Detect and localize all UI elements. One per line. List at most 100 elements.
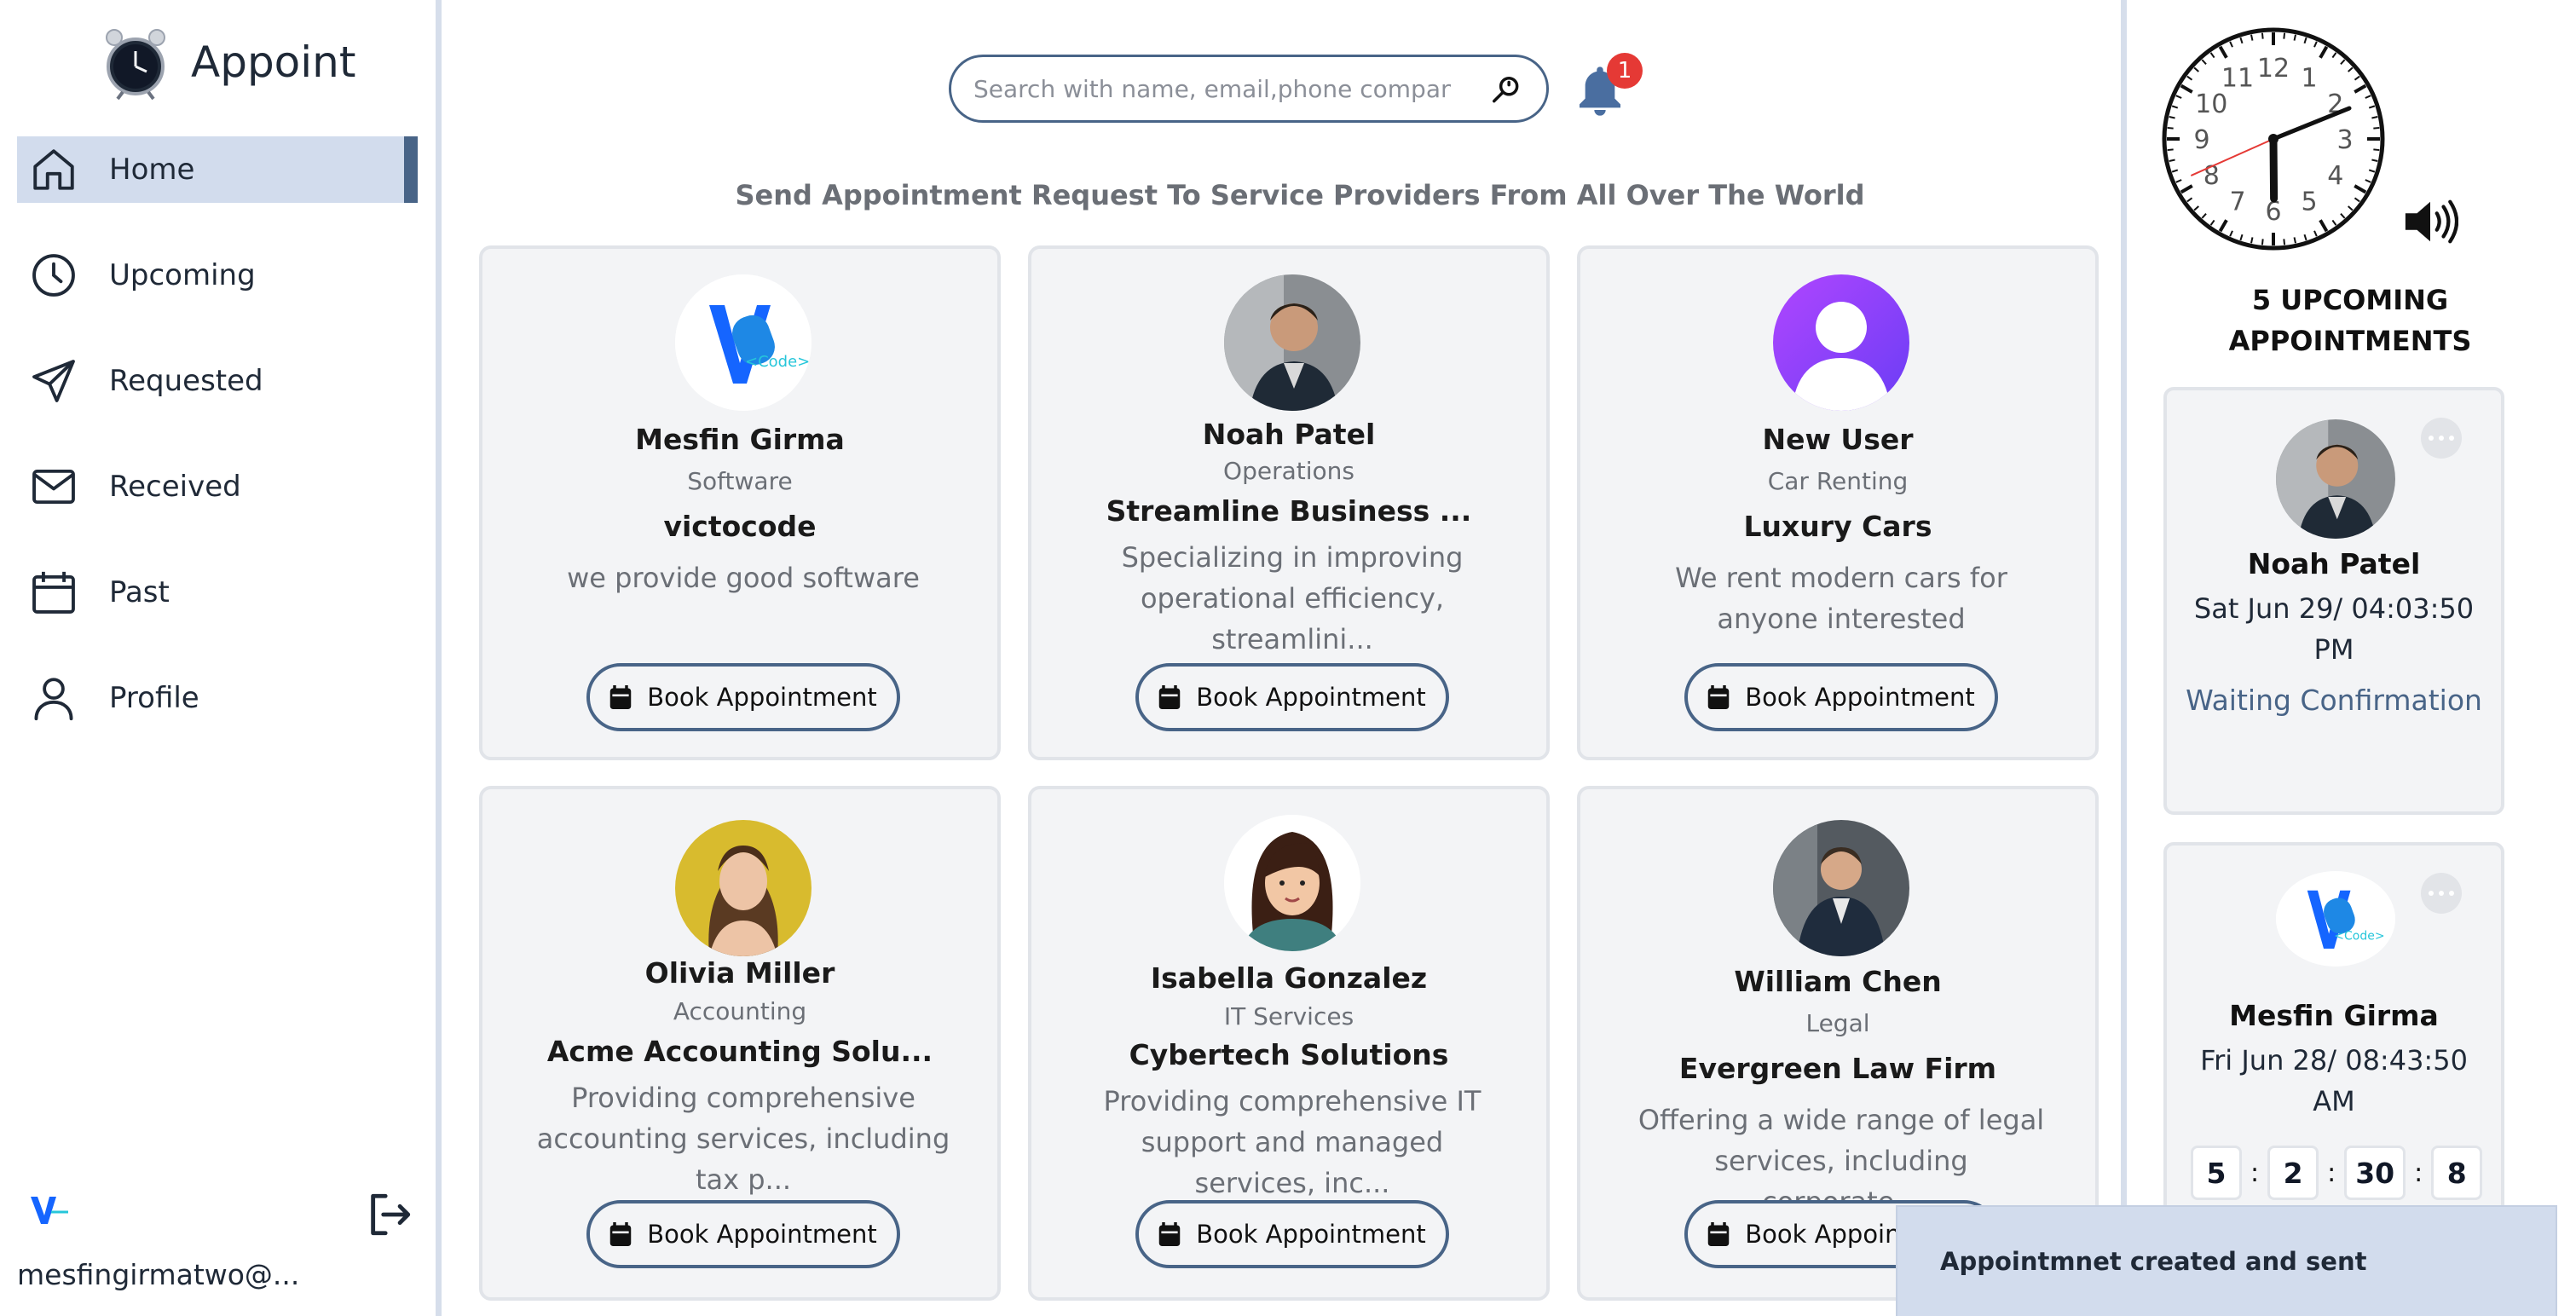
provider-name: Olivia Miller	[644, 956, 835, 990]
calendar-icon	[610, 1222, 632, 1246]
calendar-icon	[1708, 1222, 1730, 1246]
appointment-status: Waiting Confirmation	[2186, 684, 2482, 717]
clock-number: 4	[2327, 161, 2343, 191]
provider-company: victocode	[663, 510, 817, 543]
sidebar-item-upcoming[interactable]: Upcoming	[17, 242, 418, 309]
clock-number: 7	[2229, 188, 2245, 217]
provider-company: Evergreen Law Firm	[1678, 1052, 1997, 1085]
appointment-countdown: 5 : 2 : 30 : 8	[2191, 1146, 2483, 1200]
book-appointment-label: Book Appointment	[647, 1220, 877, 1249]
provider-category: Accounting	[673, 997, 807, 1025]
book-appointment-label: Book Appointment	[1196, 683, 1426, 712]
clock-number: 12	[2257, 54, 2290, 84]
clock-tick	[2250, 34, 2254, 41]
clock-center	[2268, 134, 2279, 144]
book-appointment-label: Book Appointment	[647, 683, 877, 712]
provider-avatar	[1773, 274, 1909, 411]
sidebar-item-requested[interactable]: Requested	[17, 348, 418, 414]
logout-icon[interactable]	[365, 1190, 414, 1239]
countdown-separator: :	[2327, 1157, 2336, 1188]
provider-company: Acme Accounting Solu...	[546, 1035, 933, 1068]
search-box[interactable]	[949, 55, 1549, 123]
upcoming-appointment-card[interactable]: Noah Patel Sat Jun 29/ 04:03:50 PM Waiti…	[2163, 387, 2504, 815]
clock-number: 8	[2203, 161, 2220, 191]
clock-tick	[2373, 148, 2380, 152]
home-icon	[33, 149, 74, 190]
provider-avatar	[1224, 815, 1360, 951]
book-appointment-button[interactable]: Book Appointment	[1684, 663, 1998, 731]
app-title: Appoint	[191, 38, 356, 87]
sidebar-item-past[interactable]: Past	[17, 559, 418, 626]
book-appointment-button[interactable]: Book Appointment	[586, 1200, 900, 1268]
clock-tick	[2169, 116, 2175, 119]
svg-text:<Code>: <Code>	[2334, 930, 2384, 944]
clock-icon	[32, 254, 75, 297]
provider-description: Providing comprehensive accounting servi…	[536, 1082, 950, 1196]
user-avatar-logo-icon[interactable]	[26, 1192, 73, 1229]
clock-number: 10	[2195, 89, 2227, 119]
appointment-date: Sat Jun 29/ 04:03:50 PM	[2193, 592, 2475, 666]
book-appointment-label: Book Appointment	[1196, 1220, 1426, 1249]
provider-description: Specializing in improving operational ef…	[1121, 541, 1464, 655]
clock-tick	[2261, 32, 2264, 39]
provider-category: Car Renting	[1767, 467, 1909, 495]
sidebar-item-label: Upcoming	[109, 258, 256, 292]
sidebar-item-label: Requested	[109, 364, 263, 398]
sidebar-item-label: Home	[109, 153, 195, 187]
notifications-button[interactable]: 1	[1573, 53, 1643, 121]
appointment-name: Noah Patel	[2247, 547, 2421, 580]
provider-company: Luxury Cars	[1743, 510, 1932, 543]
countdown-separator: :	[2250, 1157, 2260, 1188]
calendar-icon	[610, 685, 632, 709]
clock-tick	[2169, 159, 2175, 162]
calendar-icon	[1159, 685, 1181, 709]
provider-card: <Code> Mesfin Girma Software victocode w…	[479, 245, 1001, 760]
sidebar-item-home[interactable]: Home	[17, 136, 418, 203]
notification-badge: 1	[1607, 53, 1643, 89]
brand[interactable]: Appoint	[97, 24, 355, 101]
upcoming-appointment-card[interactable]: <Code> Mesfin Girma Fri Jun 28/ 08:43:50…	[2163, 842, 2504, 1243]
more-options-button[interactable]	[2421, 873, 2462, 914]
sidebar-item-label: Received	[109, 470, 241, 504]
clock-number: 3	[2336, 125, 2353, 155]
book-appointment-button[interactable]: Book Appointment	[1135, 663, 1449, 731]
countdown-minutes: 30	[2344, 1146, 2406, 1200]
provider-avatar	[1773, 820, 1909, 956]
analog-clock-icon: 12 1234567891011	[2162, 27, 2385, 251]
svg-text:<Code>: <Code>	[745, 353, 810, 371]
book-appointment-button[interactable]: Book Appointment	[586, 663, 900, 731]
search-icon[interactable]	[1490, 74, 1522, 107]
sidebar-item-profile[interactable]: Profile	[17, 665, 418, 731]
provider-name: Noah Patel	[1202, 418, 1376, 451]
provider-description: we provide good software	[567, 562, 920, 594]
speaker-icon[interactable]	[2402, 198, 2458, 245]
search-input[interactable]	[973, 74, 1451, 103]
provider-company: Streamline Business ...	[1106, 494, 1472, 528]
provider-category: IT Services	[1223, 1002, 1354, 1030]
clock-tick	[2250, 237, 2254, 244]
book-appointment-label: Book Appointment	[1745, 683, 1975, 712]
sidebar-item-label: Profile	[109, 681, 199, 715]
clock-tick	[2293, 34, 2296, 41]
provider-description: Providing comprehensive IT support and m…	[1103, 1085, 1481, 1199]
book-appointment-button[interactable]: Book Appointment	[1135, 1200, 1449, 1268]
toast-notification[interactable]: Appointmnet created and sent	[1896, 1205, 2557, 1316]
provider-name: William Chen	[1734, 965, 1942, 998]
clock-tick	[2167, 148, 2174, 152]
sidebar-item-received[interactable]: Received	[17, 453, 418, 520]
countdown-seconds: 8	[2431, 1146, 2483, 1200]
page-headline: Send Appointment Request To Service Prov…	[735, 179, 1865, 211]
calendar-icon	[32, 571, 75, 614]
sidebar-item-label: Past	[109, 575, 170, 609]
more-options-button[interactable]	[2421, 418, 2462, 459]
provider-name: Isabella Gonzalez	[1150, 961, 1428, 995]
main-content: 1 Send Appointment Request To Service Pr…	[448, 0, 2127, 1316]
provider-card: Isabella Gonzalez IT Services Cybertech …	[1028, 786, 1550, 1301]
calendar-icon	[1159, 1222, 1181, 1246]
provider-category: Operations	[1223, 457, 1354, 485]
sidebar: Appoint Home Upcoming Requested Received…	[0, 0, 442, 1316]
countdown-separator: :	[2414, 1157, 2423, 1188]
provider-avatar	[1224, 274, 1360, 411]
upcoming-count-title: 5 UPCOMING APPOINTMENTS	[2228, 284, 2472, 357]
appointment-avatar	[2276, 419, 2395, 539]
